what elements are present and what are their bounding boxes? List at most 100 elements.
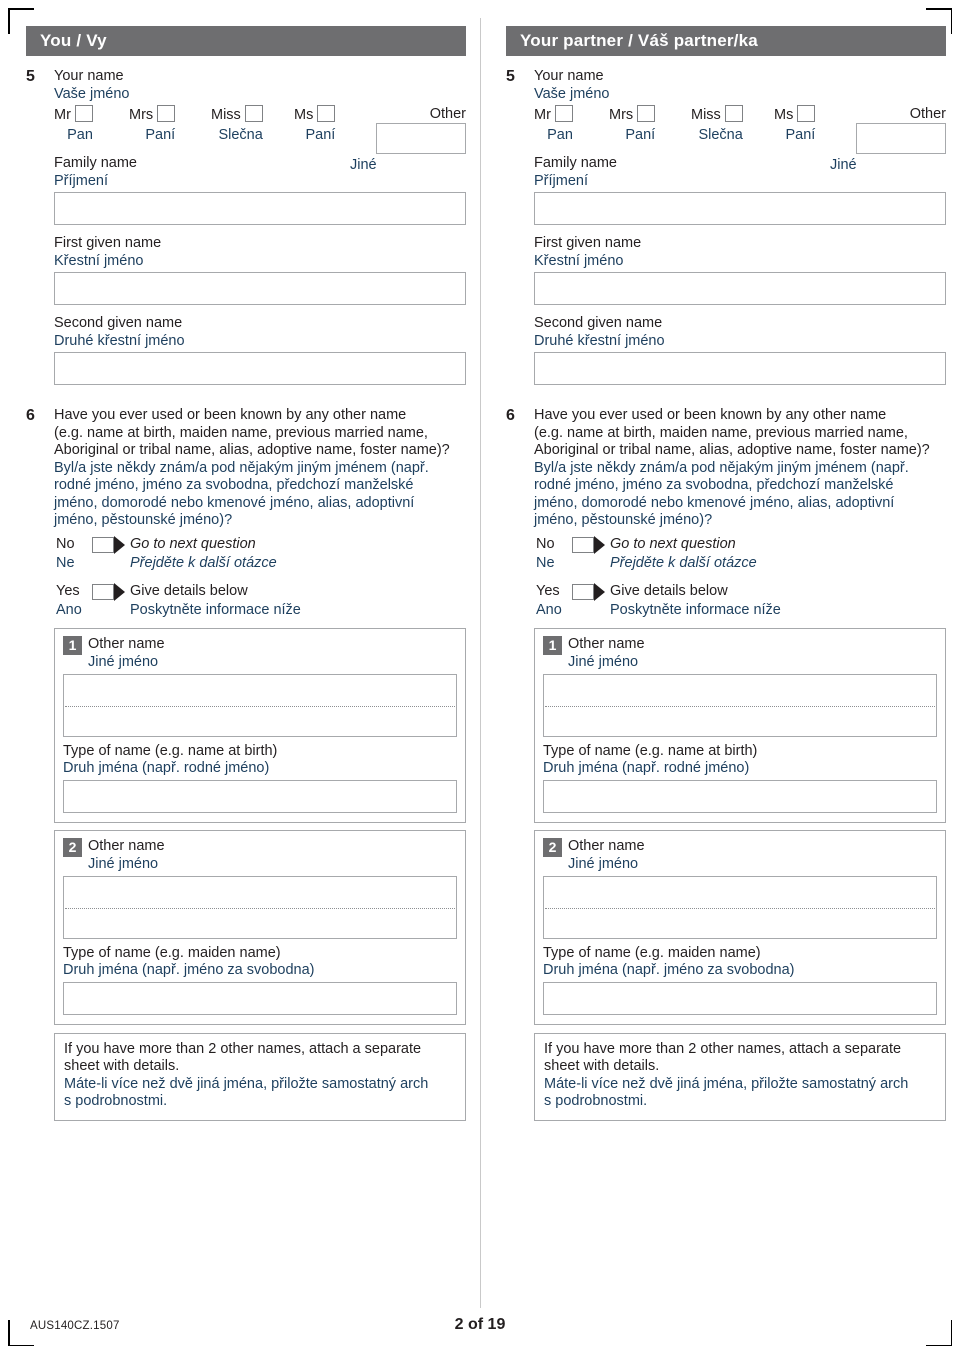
answer-label-en: Yes xyxy=(536,582,560,599)
q6-question-cz-line-2: rodné jméno, jméno za svobodna, předchoz… xyxy=(534,477,894,493)
panel-badge: 2 xyxy=(543,837,562,857)
second-given-name-input[interactable] xyxy=(534,352,946,385)
second-given-name-input[interactable] xyxy=(54,352,466,385)
title-label-en: Miss xyxy=(691,107,721,123)
checkbox-mr[interactable] xyxy=(554,105,573,122)
type-of-name-label-en: Type of name (e.g. name at birth) xyxy=(63,742,278,759)
title-option-ms[interactable]: Ms Paní xyxy=(294,105,336,143)
second-given-name-label-cz: Druhé křestní jméno xyxy=(54,332,185,349)
question-5-partner: 5 Your name Vaše jméno Mr Pan Mrs Paní M… xyxy=(506,68,946,385)
family-name-input[interactable] xyxy=(534,192,946,225)
title-option-miss[interactable]: Miss Slečna xyxy=(691,105,743,143)
checkbox-yes[interactable] xyxy=(572,583,594,600)
q6-question-cz-line-3: jméno, domorodé nebo kmenové jméno, alia… xyxy=(54,494,415,511)
second-given-name-label-en: Second given name xyxy=(54,315,183,331)
arrow-right-icon xyxy=(114,582,125,601)
first-given-name-input[interactable] xyxy=(534,272,946,305)
other-name-label-en: Other name xyxy=(568,635,645,652)
checkbox-no[interactable] xyxy=(572,536,594,553)
question-number: 5 xyxy=(26,68,35,85)
q6-question-en-line-1: Have you ever used or been known by any … xyxy=(54,407,407,423)
checkbox-mrs[interactable] xyxy=(637,105,656,122)
first-given-name-label-en: First given name xyxy=(54,235,162,251)
arrow-right-icon xyxy=(594,582,605,601)
other-name-label-cz: Jiné jméno xyxy=(88,653,159,670)
note-en-line-1: If you have more than 2 other names, att… xyxy=(544,1040,902,1057)
question-number: 6 xyxy=(26,407,35,424)
title-option-ms[interactable]: Ms Paní xyxy=(774,105,816,143)
type-of-name-input[interactable] xyxy=(543,779,937,813)
arrow-right-icon xyxy=(114,535,125,554)
q6-answer-no[interactable]: No Go to next question xyxy=(536,535,946,555)
other-name-label-cz: Jiné jméno xyxy=(88,855,159,872)
title-label-en: Mrs xyxy=(609,107,634,123)
checkbox-miss[interactable] xyxy=(244,105,263,122)
type-of-name-input[interactable] xyxy=(63,981,457,1015)
q6-answer-group: No Go to next question Ne Přejděte k dal… xyxy=(536,535,946,621)
title-label-cz: Jiné xyxy=(350,157,377,173)
q5-title-en: Your name xyxy=(534,68,604,84)
answer-label-en: No xyxy=(56,535,75,552)
q6-answer-yes-cz: Ano Poskytněte informace níže xyxy=(56,602,466,621)
answer-label-cz: Ano xyxy=(536,601,562,618)
note-cz-line-2: s podrobnostmi. xyxy=(64,1093,168,1109)
q6-answer-yes[interactable]: Yes Give details below xyxy=(536,582,946,602)
section-banner-you: You / Vy xyxy=(26,26,466,56)
other-name-label-en: Other name xyxy=(568,837,645,854)
column-partner: Your partner / Váš partner/ka 5 Your nam… xyxy=(506,26,946,1121)
note-cz-line-1: Máte-li více než dvě jiná jména, přiložt… xyxy=(544,1075,909,1092)
second-given-name-label-en: Second given name xyxy=(534,315,663,331)
q6-question-en-line-3: Aboriginal or tribal name, alias, adopti… xyxy=(534,442,930,458)
type-of-name-input[interactable] xyxy=(63,779,457,813)
title-label-cz: Paní xyxy=(145,127,176,143)
other-name-label-cz: Jiné jméno xyxy=(568,653,639,670)
answer-action-en: Go to next question xyxy=(130,535,256,552)
other-name-label-en: Other name xyxy=(88,837,165,854)
title-label-cz: Jiné xyxy=(830,157,857,173)
q5-title-en: Your name xyxy=(54,68,124,84)
checkbox-no[interactable] xyxy=(92,536,114,553)
checkbox-miss[interactable] xyxy=(724,105,743,122)
answer-label-en: No xyxy=(536,535,555,552)
checkbox-mr[interactable] xyxy=(74,105,93,122)
answer-action-en: Give details below xyxy=(610,582,728,599)
other-name-label-cz: Jiné jméno xyxy=(568,855,639,872)
question-5-you: 5 Your name Vaše jméno Mr Pan Mrs Paní M… xyxy=(26,68,466,385)
title-option-other[interactable]: Other Jiné xyxy=(350,105,466,173)
first-given-name-label-en: First given name xyxy=(534,235,642,251)
q6-question-en-line-3: Aboriginal or tribal name, alias, adopti… xyxy=(54,442,450,458)
title-option-miss[interactable]: Miss Slečna xyxy=(211,105,263,143)
type-of-name-label-en: Type of name (e.g. maiden name) xyxy=(543,944,761,961)
title-option-mr[interactable]: Mr Pan xyxy=(54,105,93,143)
title-options-row: Mr Pan Mrs Paní Miss Slečna Ms Paní Othe… xyxy=(534,105,946,173)
other-name-input[interactable] xyxy=(543,875,937,939)
title-label-en: Mr xyxy=(534,107,551,123)
q6-question-cz-line-2: rodné jméno, jméno za svobodna, předchoz… xyxy=(54,477,414,493)
title-option-mr[interactable]: Mr Pan xyxy=(534,105,573,143)
title-other-input[interactable] xyxy=(856,123,946,154)
checkbox-ms[interactable] xyxy=(317,105,336,122)
title-label-cz: Paní xyxy=(785,127,816,143)
title-option-other[interactable]: Other Jiné xyxy=(830,105,946,173)
title-option-mrs[interactable]: Mrs Paní xyxy=(129,105,176,143)
checkbox-ms[interactable] xyxy=(797,105,816,122)
other-name-input[interactable] xyxy=(63,875,457,939)
q6-answer-no[interactable]: No Go to next question xyxy=(56,535,466,555)
other-name-input[interactable] xyxy=(543,673,937,737)
checkbox-mrs[interactable] xyxy=(157,105,176,122)
type-of-name-label-cz: Druh jména (např. jméno za svobodna) xyxy=(63,962,315,978)
answer-action-cz: Přejděte k další otázce xyxy=(130,554,277,571)
checkbox-yes[interactable] xyxy=(92,583,114,600)
note-en-line-2: sheet with details. xyxy=(544,1058,660,1074)
other-name-input[interactable] xyxy=(63,673,457,737)
title-other-input[interactable] xyxy=(376,123,466,154)
q6-question-cz-line-1: Byl/a jste někdy znám/a pod nějakým jiný… xyxy=(534,459,909,476)
type-of-name-label-cz: Druh jména (např. jméno za svobodna) xyxy=(543,962,795,978)
q6-answer-yes[interactable]: Yes Give details below xyxy=(56,582,466,602)
first-given-name-input[interactable] xyxy=(54,272,466,305)
q6-question-cz-line-3: jméno, domorodé nebo kmenové jméno, alia… xyxy=(534,494,895,511)
family-name-input[interactable] xyxy=(54,192,466,225)
type-of-name-input[interactable] xyxy=(543,981,937,1015)
title-option-mrs[interactable]: Mrs Paní xyxy=(609,105,656,143)
column-you: You / Vy 5 Your name Vaše jméno Mr Pan M… xyxy=(26,26,466,1121)
